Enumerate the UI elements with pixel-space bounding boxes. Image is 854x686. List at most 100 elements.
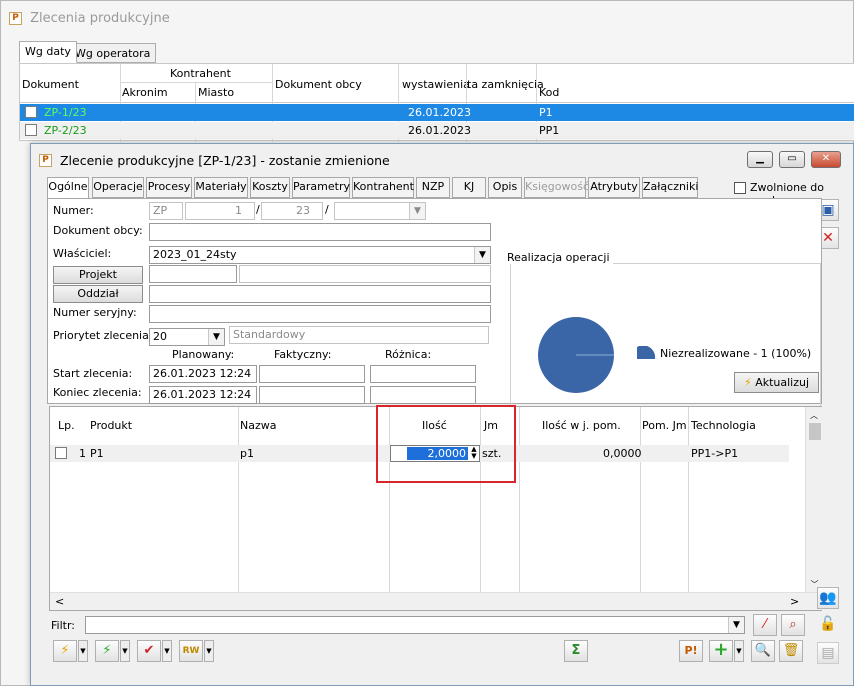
roznica-label: Różnica: xyxy=(385,348,432,361)
col-zamkniecia[interactable]: ta zamknięcia xyxy=(467,78,544,91)
col-technologia[interactable]: Technologia xyxy=(691,419,756,432)
scroll-left-icon[interactable]: < xyxy=(55,595,64,608)
numer-month-field[interactable]: 23 xyxy=(261,202,323,220)
sigma-icon: Σ xyxy=(571,643,581,658)
col-kod[interactable]: Kod xyxy=(539,86,559,99)
generate-dropdown[interactable]: ▼ xyxy=(78,640,88,662)
col-pom-jm[interactable]: Pom. Jm xyxy=(642,419,687,432)
legend-label: Niezrealizowane - 1 (100%) xyxy=(660,347,812,360)
col-akronim[interactable]: Akronim xyxy=(122,86,168,99)
end-actual-input[interactable] xyxy=(259,386,365,404)
add-dropdown[interactable]: ▼ xyxy=(734,640,744,662)
generate-button[interactable]: ⚡ xyxy=(53,640,77,662)
row-checkbox[interactable] xyxy=(25,124,37,136)
tab-wg-daty[interactable]: Wg daty xyxy=(19,41,77,63)
col-kontrahent[interactable]: Kontrahent xyxy=(170,67,231,80)
tab-materialy[interactable]: Materiały xyxy=(194,177,248,198)
approve-dropdown[interactable]: ▼ xyxy=(162,640,172,662)
tab-wg-operatora[interactable]: Wg operatora xyxy=(69,43,157,63)
col-dokument[interactable]: Dokument xyxy=(22,78,79,91)
sum-button[interactable]: Σ xyxy=(564,640,588,662)
minimize-button[interactable]: ▁ xyxy=(747,151,773,168)
rw-button[interactable]: RW xyxy=(179,640,203,662)
row-checkbox[interactable] xyxy=(55,447,67,459)
chevron-down-icon: ▼ xyxy=(80,647,86,655)
scroll-right-icon[interactable]: > xyxy=(790,595,799,608)
realize-button[interactable]: ⚡ xyxy=(95,640,119,662)
vertical-scrollbar[interactable]: ︿ ﹀ xyxy=(805,407,822,592)
col-sep xyxy=(519,407,520,592)
close-button[interactable]: ✕ xyxy=(811,151,841,168)
projekt-button[interactable]: Projekt xyxy=(53,266,143,284)
horizontal-scrollbar[interactable]: < > xyxy=(50,592,822,610)
add-button[interactable]: + xyxy=(709,640,733,662)
filter-builder-button[interactable]: ⌕ xyxy=(781,614,805,636)
tab-opis[interactable]: Opis xyxy=(488,177,522,198)
col-nazwa[interactable]: Nazwa xyxy=(240,419,276,432)
oddzial-input[interactable] xyxy=(149,285,491,303)
view-button[interactable]: 🔍 xyxy=(751,640,775,662)
col-wystawienia[interactable]: wystawienia xyxy=(402,78,470,91)
rw-dropdown[interactable]: ▼ xyxy=(204,640,214,662)
priorytet-select[interactable]: 20 ▼ xyxy=(149,328,225,346)
col-produkt[interactable]: Produkt xyxy=(90,419,132,432)
legend-marker xyxy=(637,346,656,359)
row-nazwa: p1 xyxy=(240,447,254,460)
tab-parametry[interactable]: Parametry xyxy=(292,177,350,198)
tab-kj[interactable]: KJ xyxy=(452,177,486,198)
numer-prefix-field: ZP xyxy=(149,202,183,220)
col-miasto[interactable]: Miasto xyxy=(198,86,234,99)
col-ilosc-pom[interactable]: Ilość w j. pom. xyxy=(542,419,621,432)
scroll-thumb[interactable] xyxy=(809,423,821,440)
row-checkbox[interactable] xyxy=(25,106,37,118)
wlasciciel-select[interactable]: 2023_01_24sty ▼ xyxy=(149,246,491,264)
production-order-button[interactable]: P! xyxy=(679,640,703,662)
col-lp[interactable]: Lp. xyxy=(58,419,75,432)
tab-zalaczniki[interactable]: Załączniki xyxy=(642,177,698,198)
numer-series-select[interactable]: ▼ xyxy=(334,202,426,220)
row-date: 26.01.2023 xyxy=(408,106,471,119)
aktualizuj-button[interactable]: ⚡ Aktualizuj xyxy=(734,372,819,393)
table-row[interactable]: ZP-1/23 26.01.2023 P1 xyxy=(20,104,854,121)
tab-nzp[interactable]: NZP xyxy=(416,177,450,198)
delete-button[interactable]: 🗑 xyxy=(779,640,803,662)
unlock-button[interactable]: 🔓 xyxy=(817,614,839,636)
col-sep xyxy=(640,407,641,592)
realize-dropdown[interactable]: ▼ xyxy=(120,640,130,662)
tab-kontrahent[interactable]: Kontrahent xyxy=(352,177,414,198)
approve-button[interactable]: ✔ xyxy=(137,640,161,662)
start-planned-input[interactable]: 26.01.2023 12:24 xyxy=(149,365,257,383)
header-bottom xyxy=(20,102,854,103)
row-date: 26.01.2023 xyxy=(408,124,471,137)
dokument-obcy-label: Dokument obcy: xyxy=(53,224,143,237)
user-group-button[interactable]: 👥 xyxy=(817,587,839,609)
scroll-up-icon[interactable]: ︿ xyxy=(806,410,822,421)
numer-number-field[interactable]: 1 xyxy=(185,202,255,220)
end-planned-input[interactable]: 26.01.2023 12:24 xyxy=(149,386,257,404)
chevron-down-icon: ▼ xyxy=(208,329,224,345)
products-grid: Lp. Produkt Nazwa Ilość Jm Ilość w j. po… xyxy=(49,405,822,611)
zwolnione-checkbox[interactable] xyxy=(734,182,746,194)
chevron-down-icon: ▼ xyxy=(206,647,212,655)
tab-ogolne[interactable]: Ogólne xyxy=(47,177,89,199)
projekt-name-input xyxy=(239,265,491,283)
tab-koszty[interactable]: Koszty xyxy=(250,177,290,198)
magnifier-icon: 🔍 xyxy=(754,643,772,658)
col-dokument-obcy[interactable]: Dokument obcy xyxy=(275,78,362,91)
start-diff-input xyxy=(370,365,476,383)
projekt-code-input[interactable] xyxy=(149,265,237,283)
chevron-down-icon: ▼ xyxy=(474,247,490,263)
oddzial-button[interactable]: Oddział xyxy=(53,285,143,303)
numer-seryjny-input[interactable] xyxy=(149,305,491,323)
dokument-obcy-input[interactable] xyxy=(149,223,491,241)
start-actual-input[interactable] xyxy=(259,365,365,383)
tab-operacje[interactable]: Operacje xyxy=(92,177,144,198)
koniec-label: Koniec zlecenia: xyxy=(53,386,142,399)
minimize-icon: ▁ xyxy=(756,153,764,164)
tab-procesy[interactable]: Procesy xyxy=(146,177,192,198)
clear-filter-button[interactable]: ⁄ xyxy=(753,614,777,636)
table-row[interactable]: ZP-2/23 26.01.2023 PP1 xyxy=(20,122,854,139)
maximize-button[interactable]: ▭ xyxy=(779,151,805,168)
filter-input[interactable]: ▼ xyxy=(85,616,745,634)
tab-atrybuty[interactable]: Atrybuty xyxy=(588,177,640,198)
